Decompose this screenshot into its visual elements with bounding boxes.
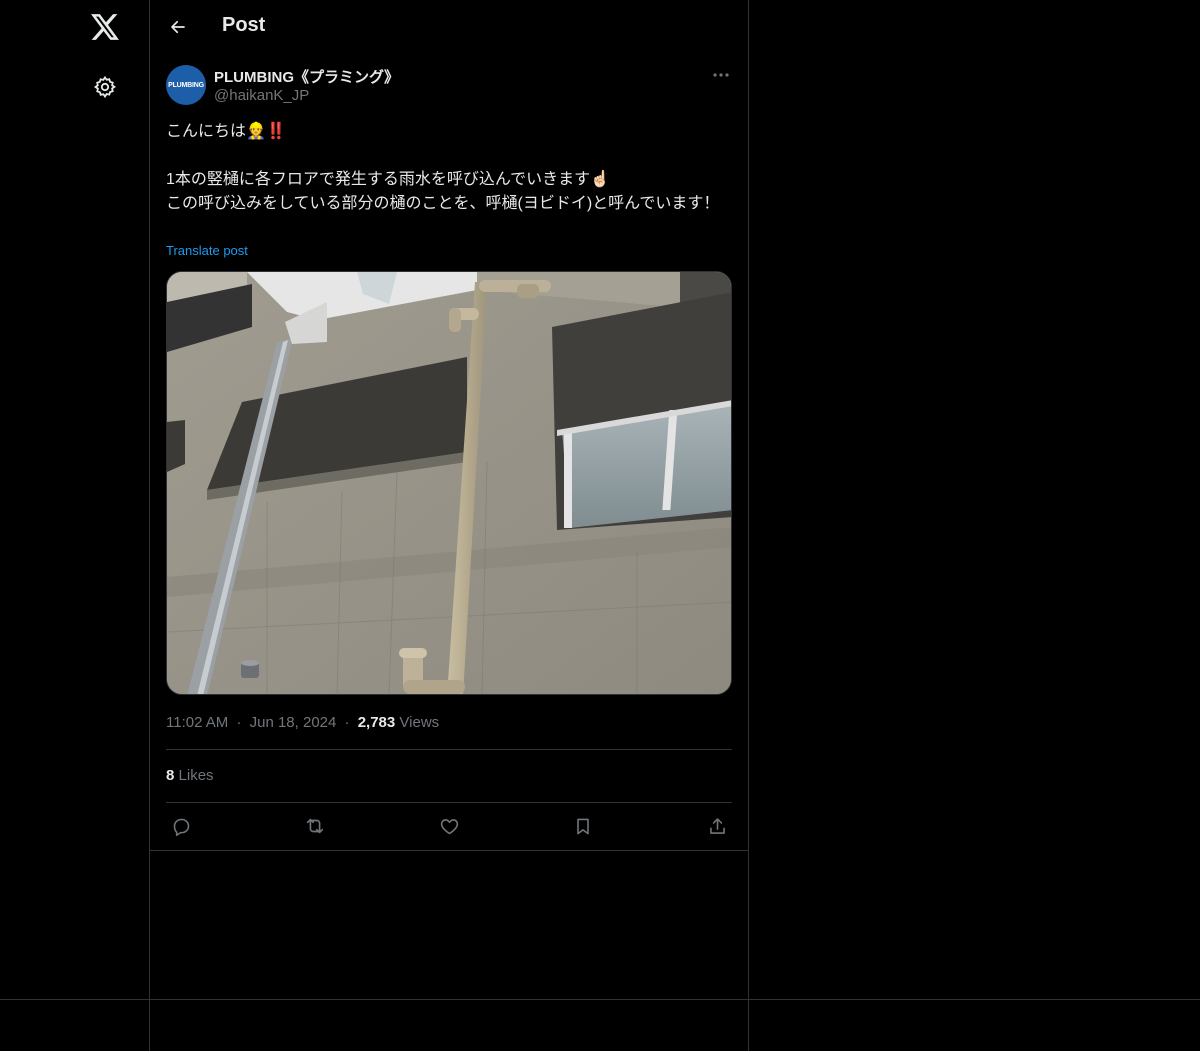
heart-icon[interactable] — [437, 814, 461, 838]
author-name[interactable]: PLUMBING《プラミング》 — [214, 66, 399, 87]
post-actions — [166, 810, 732, 842]
likes-count-link[interactable]: 8 Likes — [166, 767, 214, 784]
author-handle[interactable]: @haikanK_JP — [214, 87, 309, 104]
page-divider — [0, 999, 1200, 1000]
construction-worker-emoji: 👷 — [246, 123, 266, 140]
avatar[interactable]: PLUMBING — [166, 65, 206, 105]
divider — [166, 749, 732, 750]
double-exclamation-emoji: ‼️ — [265, 123, 286, 140]
post-line-1: こんにちは👷‼️ — [166, 120, 732, 144]
reply-icon[interactable] — [169, 814, 193, 838]
post-time[interactable]: 11:02 AM — [166, 714, 228, 731]
more-horizontal-icon[interactable] — [710, 64, 732, 86]
left-rail — [0, 0, 150, 1051]
likes-label: Likes — [178, 767, 214, 784]
page-header: Post — [150, 0, 748, 54]
views-label: Views — [399, 714, 440, 731]
repost-icon[interactable] — [303, 814, 327, 838]
views-count: 2,783 — [357, 714, 396, 731]
page-title: Post — [222, 14, 266, 36]
translate-post-link[interactable]: Translate post — [166, 243, 248, 258]
post-date[interactable]: Jun 18, 2024 — [250, 714, 337, 731]
post-image[interactable] — [166, 271, 732, 695]
post-author: PLUMBING PLUMBING《プラミング》 @haikanK_JP — [166, 64, 732, 108]
share-icon[interactable] — [705, 814, 729, 838]
post-line-3: この呼び込みをしている部分の樋のことを、呼樋(ヨビドイ)と呼んでいます！ — [166, 195, 720, 212]
main-column: Post PLUMBING PLUMBING《プラミング》 @haikanK_J… — [150, 0, 749, 1051]
meta-separator: · — [344, 714, 350, 731]
gear-icon[interactable] — [89, 71, 121, 103]
arrow-left-icon[interactable] — [164, 13, 192, 41]
post-text: こんにちは👷‼️ 1本の竪樋に各フロアで発生する雨水を呼び込んでいきます☝🏻 こ… — [166, 120, 732, 216]
likes-count: 8 — [166, 767, 175, 784]
post-line-2: 1本の竪樋に各フロアで発生する雨水を呼び込んでいきます☝🏻 — [166, 168, 732, 192]
divider — [166, 802, 732, 803]
post-meta: 11:02 AM · Jun 18, 2024 · 2,783 Views — [166, 714, 439, 731]
avatar-text: PLUMBING — [168, 81, 204, 89]
bookmark-icon[interactable] — [571, 814, 595, 838]
meta-separator: · — [236, 714, 242, 731]
post-line-2-text: 1本の竪樋に各フロアで発生する雨水を呼び込んでいきます — [166, 171, 591, 188]
post-bottom-border — [150, 850, 748, 851]
post-line-1-text: こんにちは — [166, 123, 247, 140]
x-logo-icon[interactable] — [88, 10, 122, 44]
pointing-up-emoji: ☝🏻 — [590, 171, 611, 188]
